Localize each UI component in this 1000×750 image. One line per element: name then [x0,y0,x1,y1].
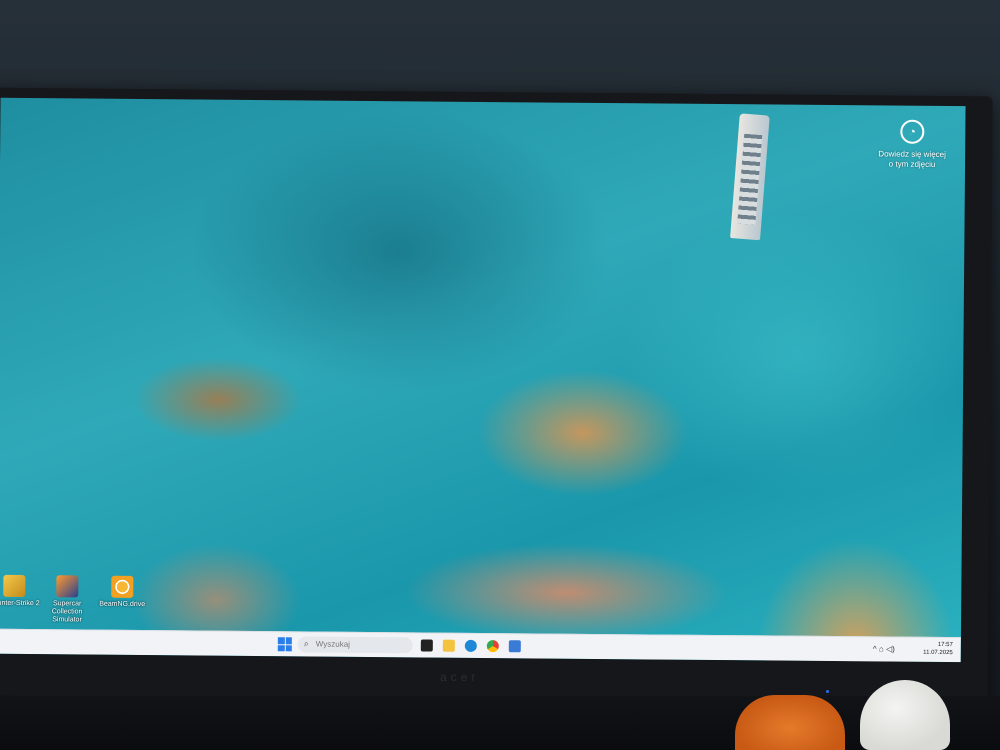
clock-time: 17:57 [937,641,953,649]
taskbar-search[interactable]: ⌕ Wyszukaj [297,636,413,654]
spotlight-info-text[interactable]: Dowiedz się więcej o tym zdjęciu [877,149,947,170]
system-tray-icons[interactable]: ^ ⌂ ◁) [873,644,895,653]
store-icon[interactable] [508,640,521,653]
desktop-icon-label: Supercar Collection Simulator [51,600,83,624]
power-led [826,690,829,693]
desktop-icon-supercar[interactable]: Supercar Collection Simulator [41,575,93,624]
desktop-icon-label: Counter-Strike 2 [0,599,40,608]
counter-strike-icon [3,574,26,597]
desktop-icon-label: BeamNG.drive [99,600,146,609]
spotlight-info-widget[interactable]: ◔ Dowiedz się więcej o tym zdjęciu [877,119,947,170]
clock-date: 11.07.2025 [923,649,953,657]
orange-toy [735,695,845,750]
supercar-icon [56,575,79,598]
camera-info-icon[interactable]: ◔ [900,119,925,144]
start-button-windows-icon[interactable] [277,637,292,652]
file-explorer-icon[interactable] [442,639,455,652]
desktop-icon-beamng[interactable]: BeamNG.drive [96,575,148,609]
search-placeholder: Wyszukaj [315,639,351,649]
clock[interactable]: 17:57 11.07.2025 [923,641,953,657]
desktop-screen: ◔ Dowiedz się więcej o tym zdjęciu Count… [0,97,966,663]
search-icon: ⌕ [303,638,309,649]
desktop-icon-counter-strike[interactable]: Counter-Strike 2 [0,574,40,608]
monitor: ◔ Dowiedz się więcej o tym zdjęciu Count… [0,87,993,705]
chrome-icon[interactable] [486,640,499,653]
task-view-icon[interactable] [420,639,433,652]
desk-area [0,696,1000,750]
taskbar: ⌕ Wyszukaj ^ ⌂ ◁) 17:57 11.07.2025 [0,628,961,663]
edge-icon[interactable] [464,639,477,652]
monitor-brand-logo: acer [440,670,480,684]
boat-wallpaper-detail [730,113,770,241]
beamng-icon [111,575,134,598]
